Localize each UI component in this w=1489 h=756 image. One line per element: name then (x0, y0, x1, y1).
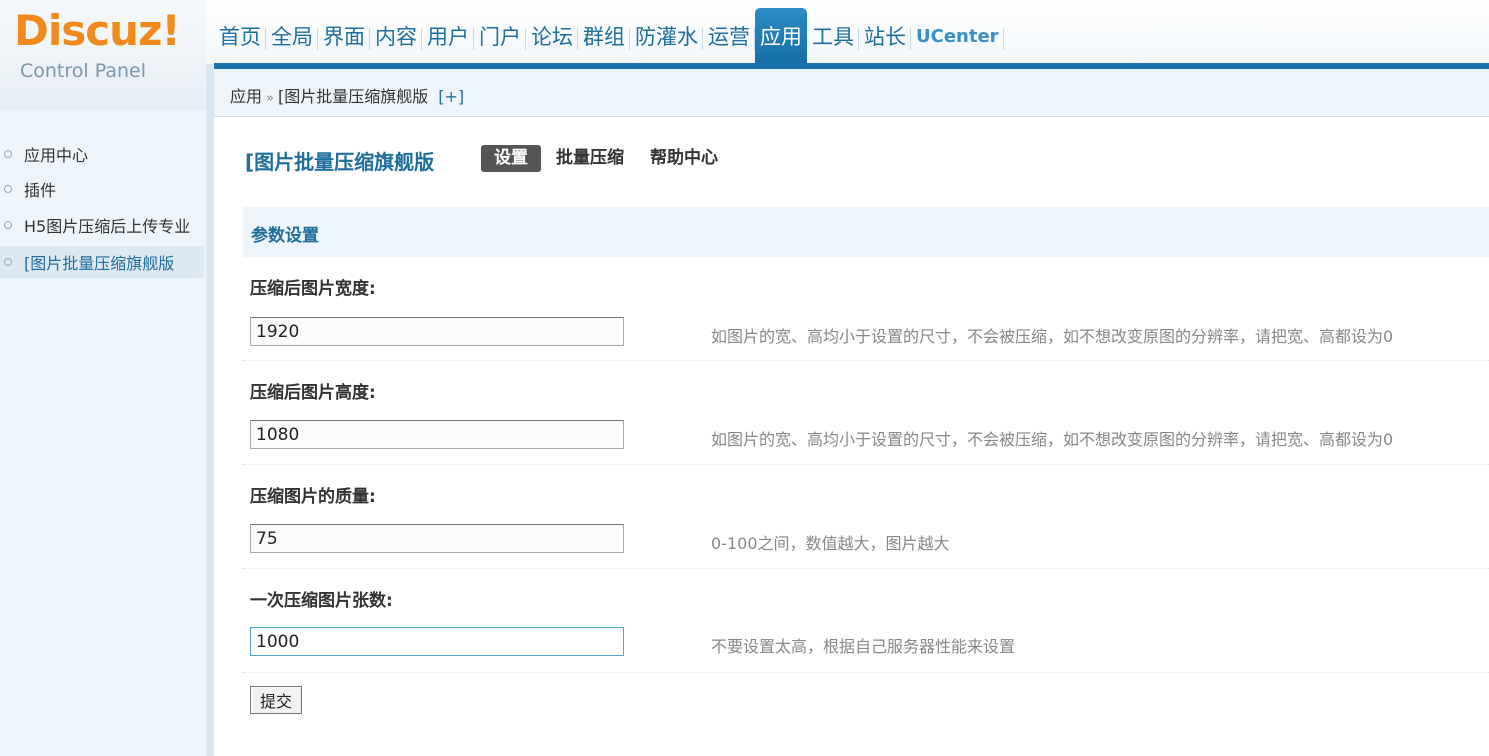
main-nav: 首页 全局 界面 内容 用户 门户 论坛 群组 防灌水 运营 应用 工具 站长 … (214, 8, 1004, 64)
row-divider (243, 360, 1489, 361)
row-divider (243, 464, 1489, 465)
nav-item-operation[interactable]: 运营 (703, 8, 755, 64)
quality-hint: 0-100之间，数值越大，图片越大 (711, 534, 950, 553)
breadcrumb: 应用 » [图片批量压缩旗舰版 [+] (230, 83, 464, 107)
quality-input[interactable] (250, 524, 624, 553)
breadcrumb-root[interactable]: 应用 (230, 87, 262, 106)
nav-item-content[interactable]: 内容 (370, 8, 422, 64)
row-divider (243, 568, 1489, 569)
height-hint: 如图片的宽、高均小于设置的尺寸，不会被压缩，如不想改变原图的分辨率，请把宽、高都… (711, 430, 1394, 449)
nav-item-forum[interactable]: 论坛 (526, 8, 578, 64)
breadcrumb-bar: 应用 » [图片批量压缩旗舰版 [+] (214, 69, 1489, 117)
nav-item-apps[interactable]: 应用 (755, 8, 807, 64)
bullet-icon (4, 221, 12, 229)
section-header: 参数设置 (243, 207, 1489, 257)
submit-button[interactable]: 提交 (250, 686, 302, 714)
height-input[interactable] (250, 420, 624, 449)
bullet-icon (4, 150, 12, 158)
breadcrumb-current: [图片批量压缩旗舰版 (277, 87, 429, 106)
tab-settings[interactable]: 设置 (481, 145, 541, 172)
breadcrumb-separator: » (266, 91, 274, 106)
tab-batch-compress[interactable]: 批量压缩 (543, 145, 637, 172)
sidebar-divider (206, 64, 214, 756)
sidebar: 应用中心 插件 H5图片压缩后上传专业 [图片批量压缩旗舰版 (0, 110, 206, 756)
row-divider (243, 672, 1489, 673)
batch-count-label: 一次压缩图片张数: (250, 591, 393, 611)
sidebar-item-label: [图片批量压缩旗舰版 (24, 254, 175, 273)
bullet-icon (4, 258, 12, 266)
nav-item-style[interactable]: 界面 (318, 8, 370, 64)
nav-item-ucenter[interactable]: UCenter (911, 8, 1004, 64)
add-shortcut-button[interactable]: [+] (438, 87, 464, 106)
main-content: [图片批量压缩旗舰版 设置 批量压缩 帮助中心 参数设置 压缩后图片宽度: 如图… (214, 117, 1489, 756)
quality-label: 压缩图片的质量: (250, 487, 376, 507)
nav-item-antispam[interactable]: 防灌水 (630, 8, 703, 64)
tab-help-center[interactable]: 帮助中心 (637, 145, 731, 172)
logo-text: Discuz! (14, 6, 181, 55)
sidebar-item-label: H5图片压缩后上传专业 (24, 217, 191, 236)
nav-item-portal[interactable]: 门户 (474, 8, 526, 64)
plugin-title: [图片批量压缩旗舰版 (245, 150, 435, 174)
bullet-icon (4, 185, 12, 193)
section-title: 参数设置 (251, 226, 319, 246)
sidebar-item-label: 应用中心 (24, 146, 89, 165)
width-label: 压缩后图片宽度: (250, 279, 376, 299)
sidebar-item-h5-compress[interactable]: H5图片压缩后上传专业 (0, 209, 204, 241)
batch-count-hint: 不要设置太高，根据自己服务器性能来设置 (711, 637, 1016, 656)
nav-item-tools[interactable]: 工具 (807, 8, 859, 64)
sidebar-item-batch-compress[interactable]: [图片批量压缩旗舰版 (0, 246, 204, 278)
nav-item-user[interactable]: 用户 (422, 8, 474, 64)
sidebar-item-app-center[interactable]: 应用中心 (0, 138, 204, 170)
batch-count-input[interactable] (250, 627, 624, 656)
width-input[interactable] (250, 317, 624, 346)
sidebar-item-plugins[interactable]: 插件 (0, 173, 204, 205)
width-hint: 如图片的宽、高均小于设置的尺寸，不会被压缩，如不想改变原图的分辨率，请把宽、高都… (711, 327, 1394, 346)
logo-subtitle: Control Panel (20, 60, 146, 82)
height-label: 压缩后图片高度: (250, 383, 376, 403)
nav-item-home[interactable]: 首页 (214, 8, 266, 64)
nav-item-global[interactable]: 全局 (266, 8, 318, 64)
sidebar-item-label: 插件 (24, 181, 57, 200)
logo[interactable]: Discuz! Control Panel (0, 0, 206, 110)
nav-item-group[interactable]: 群组 (578, 8, 630, 64)
plugin-tabs: 设置 批量压缩 帮助中心 (481, 145, 731, 172)
nav-item-admin[interactable]: 站长 (859, 8, 911, 64)
